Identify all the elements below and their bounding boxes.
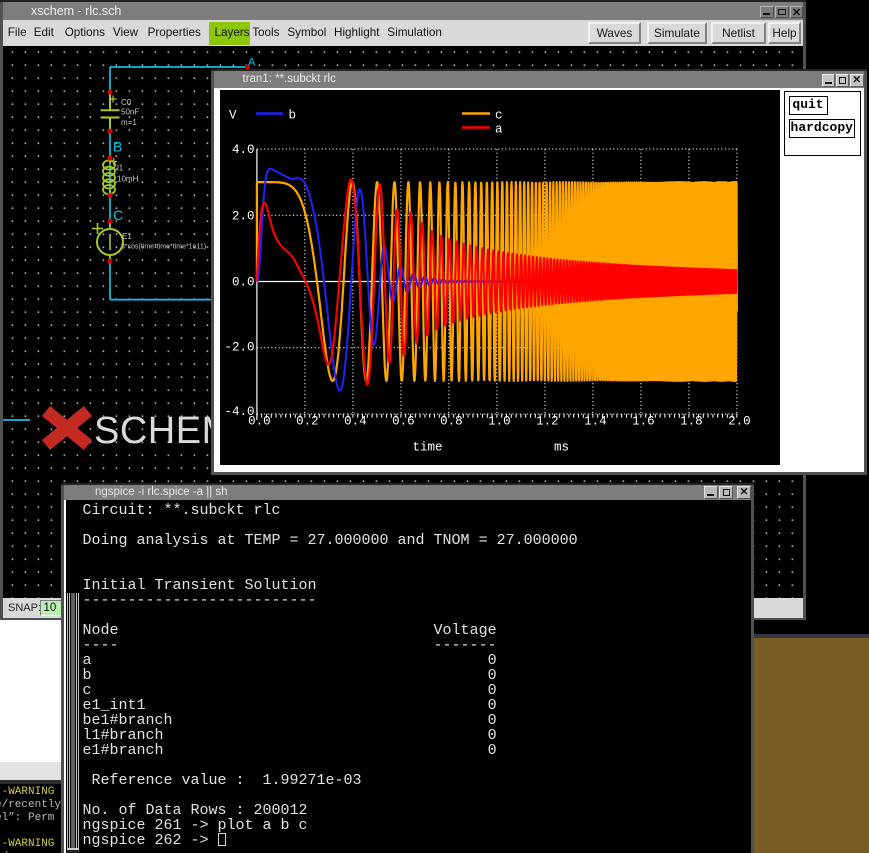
- svg-text:0.8: 0.8: [440, 414, 463, 428]
- svg-text:c: c: [495, 108, 503, 122]
- svg-text:V: V: [229, 108, 237, 122]
- svg-text:-2.0: -2.0: [224, 340, 254, 354]
- svg-text:E1: E1: [122, 232, 132, 241]
- svg-text:1.0: 1.0: [488, 414, 511, 428]
- svg-text:1.2: 1.2: [536, 414, 559, 428]
- svg-text:0.0: 0.0: [232, 275, 255, 289]
- svg-text:1.6: 1.6: [632, 414, 655, 428]
- svg-text:0.4: 0.4: [344, 414, 367, 428]
- svg-text:m=1: m=1: [121, 118, 137, 127]
- svg-text:1.8: 1.8: [680, 414, 703, 428]
- svg-text:2.0: 2.0: [232, 209, 255, 223]
- svg-text:C: C: [113, 207, 123, 223]
- svg-text:l1: l1: [117, 164, 124, 173]
- svg-text:3*cos(time*time*time*1e11): 3*cos(time*time*time*1e11): [121, 244, 206, 251]
- svg-text:B: B: [113, 139, 122, 155]
- svg-text:4.0: 4.0: [232, 143, 255, 157]
- svg-text:10mH: 10mH: [117, 175, 139, 184]
- svg-text:0.0: 0.0: [248, 414, 271, 428]
- svg-text:0.6: 0.6: [392, 414, 415, 428]
- svg-text:b: b: [289, 108, 297, 122]
- svg-text:ms: ms: [554, 440, 569, 454]
- svg-text:0.2: 0.2: [296, 414, 319, 428]
- svg-text:50nF: 50nF: [121, 108, 139, 117]
- svg-text:1.4: 1.4: [584, 414, 607, 428]
- svg-text:C0: C0: [121, 98, 132, 107]
- svg-text:2.0: 2.0: [728, 414, 751, 428]
- svg-text:a: a: [495, 122, 503, 136]
- svg-text:time: time: [412, 440, 442, 454]
- svg-text:A: A: [248, 57, 256, 69]
